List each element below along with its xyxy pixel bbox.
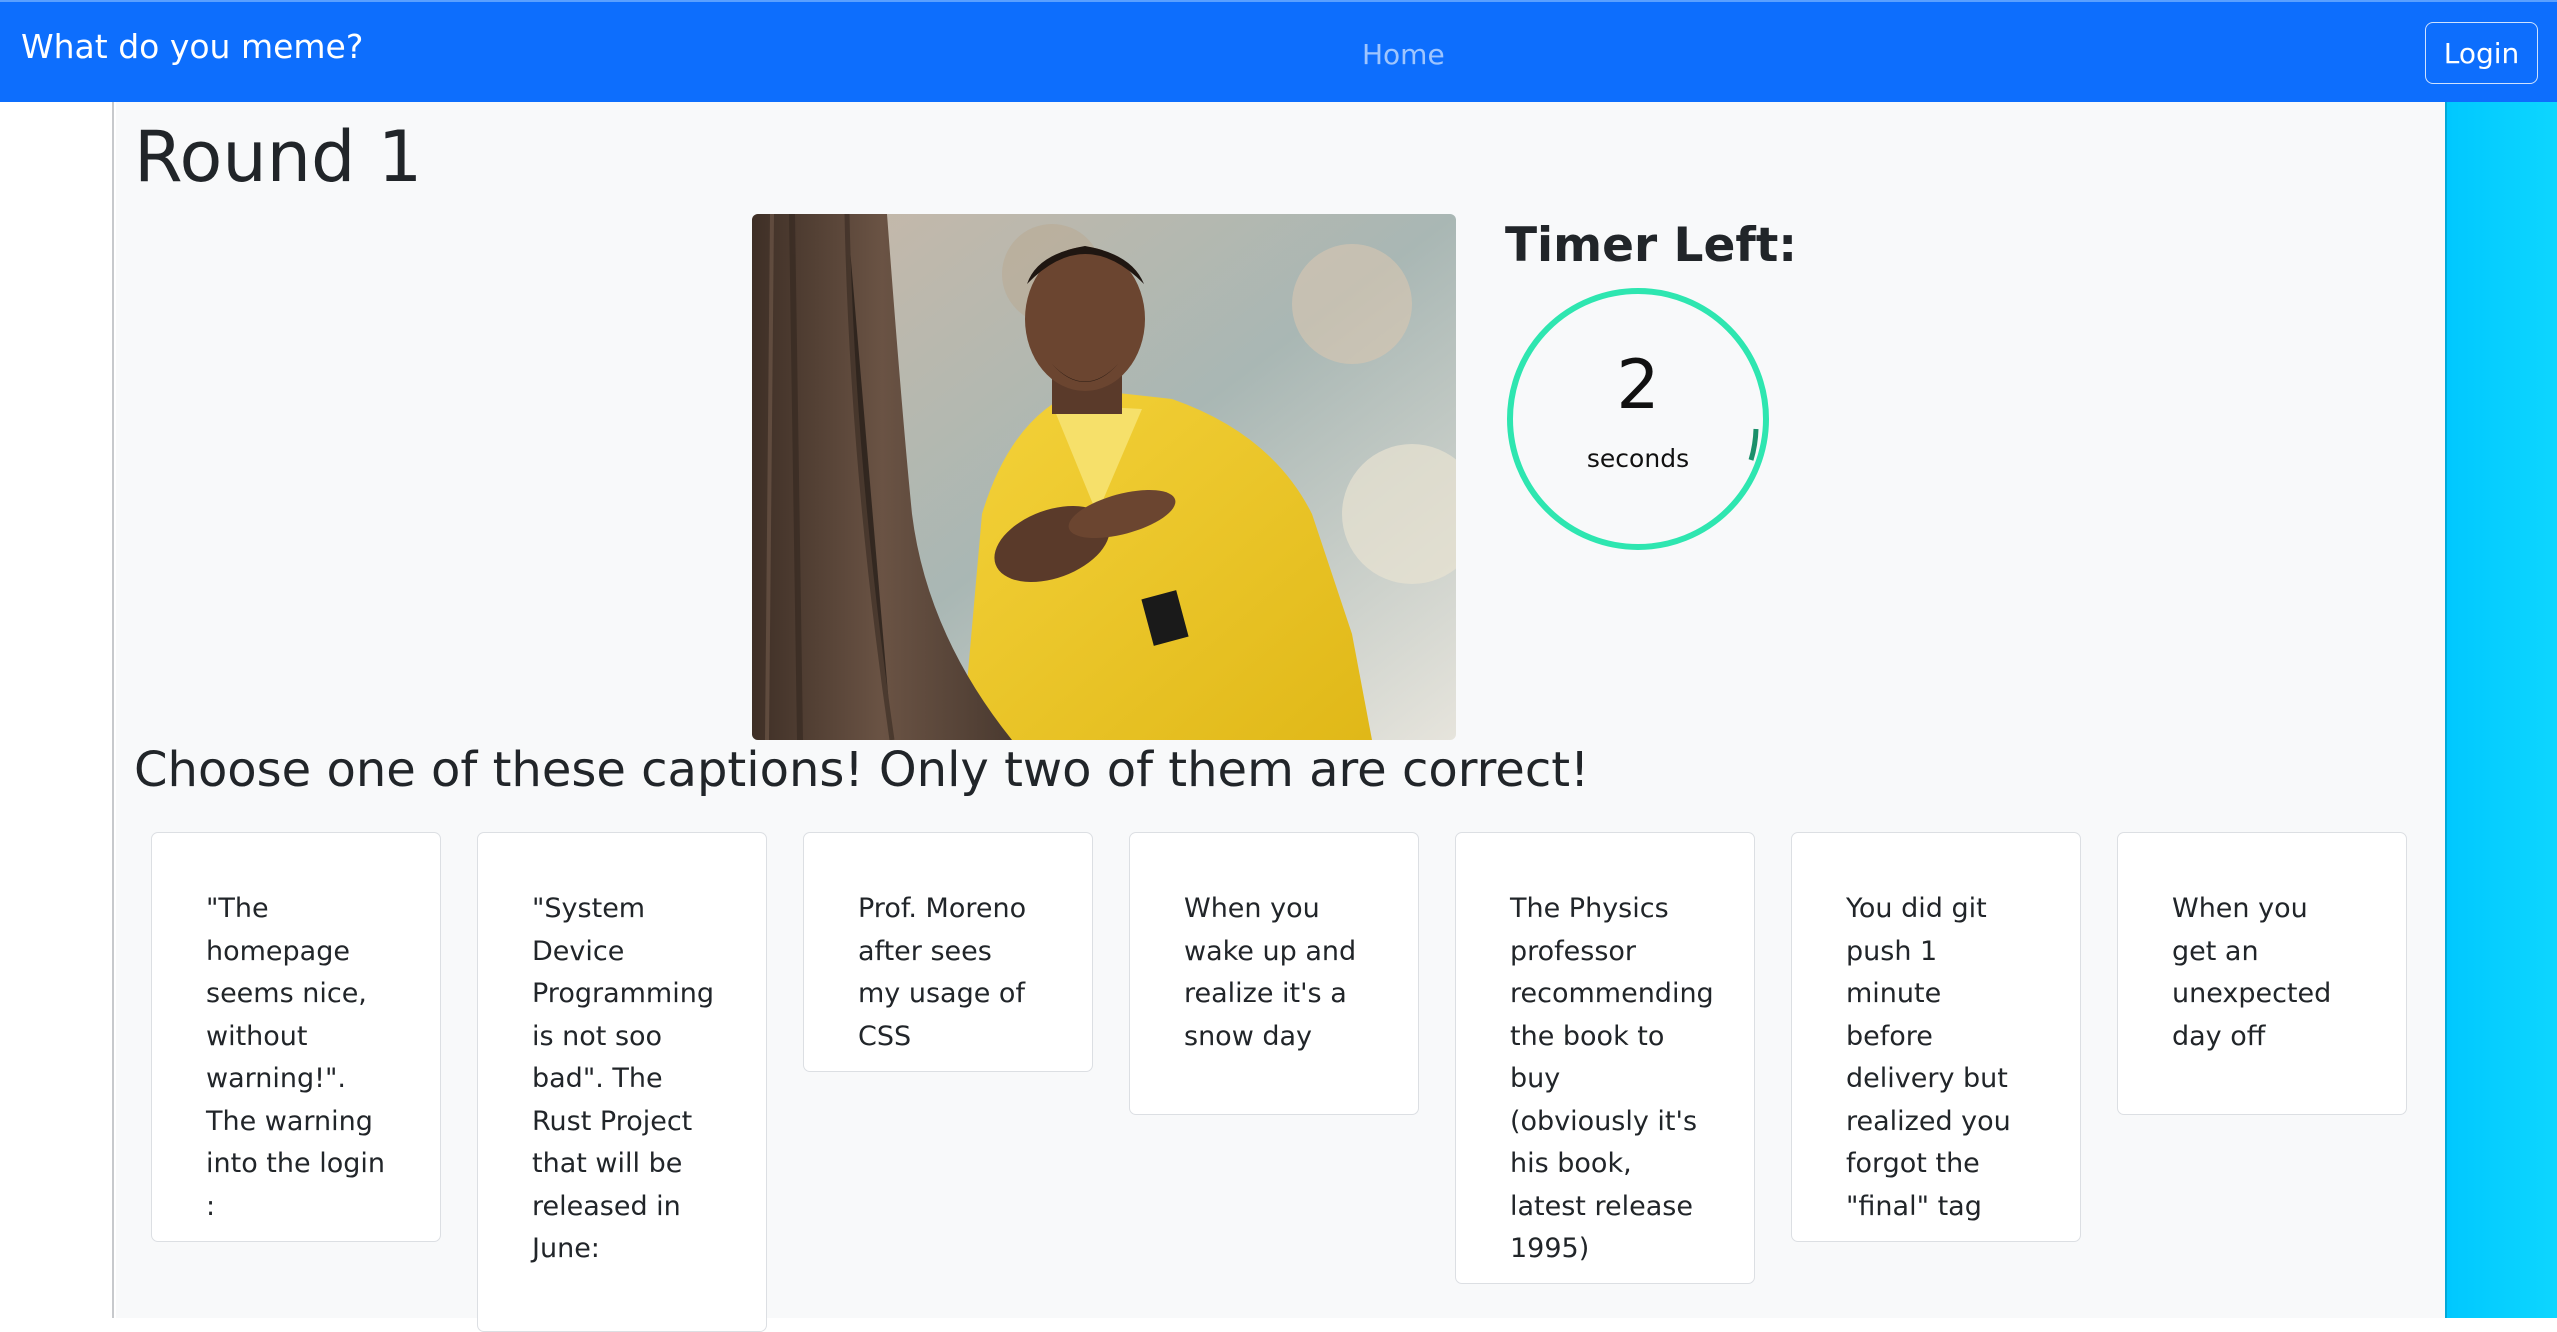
caption-card[interactable]: When you wake up and realize it's a snow… <box>1129 832 1419 1115</box>
timer-value: 2 <box>1616 346 1660 425</box>
brand-title[interactable]: What do you meme? <box>21 27 363 66</box>
top-navbar: What do you meme? Home Login <box>0 0 2557 102</box>
countdown-timer: 2 seconds <box>1505 286 1771 552</box>
caption-text: The Physics professor recommending the b… <box>1510 893 1714 1264</box>
caption-card[interactable]: "System Device Programming is not soo ba… <box>477 832 767 1332</box>
caption-text: Prof. Moreno after sees my usage of CSS <box>858 893 1027 1052</box>
login-button[interactable]: Login <box>2425 22 2538 84</box>
caption-text: You did git push 1 minute before deliver… <box>1846 893 2011 1222</box>
caption-card[interactable]: "The homepage seems nice, without warnin… <box>151 832 441 1242</box>
caption-card[interactable]: When you get an unexpected day off <box>2117 832 2407 1115</box>
right-side-panel <box>2445 102 2557 1318</box>
meme-image <box>752 214 1456 740</box>
caption-card[interactable]: The Physics professor recommending the b… <box>1455 832 1755 1284</box>
left-gutter <box>0 102 114 1318</box>
caption-text: When you wake up and realize it's a snow… <box>1184 893 1357 1052</box>
game-panel: Round 1 Timer Left: 2 seconds Choose one… <box>116 102 2445 1332</box>
caption-card[interactable]: Prof. Moreno after sees my usage of CSS <box>803 832 1093 1072</box>
instructions-heading: Choose one of these captions! Only two o… <box>134 742 1590 798</box>
nav-home-link[interactable]: Home <box>1362 38 1445 71</box>
caption-text: "The homepage seems nice, without warnin… <box>206 893 385 1222</box>
round-title: Round 1 <box>134 116 423 198</box>
caption-text: "System Device Programming is not soo ba… <box>532 893 714 1264</box>
caption-card[interactable]: You did git push 1 minute before deliver… <box>1791 832 2081 1242</box>
timer-label: Timer Left: <box>1505 218 1798 273</box>
caption-text: When you get an unexpected day off <box>2172 893 2332 1052</box>
timer-unit: seconds <box>1586 444 1690 473</box>
